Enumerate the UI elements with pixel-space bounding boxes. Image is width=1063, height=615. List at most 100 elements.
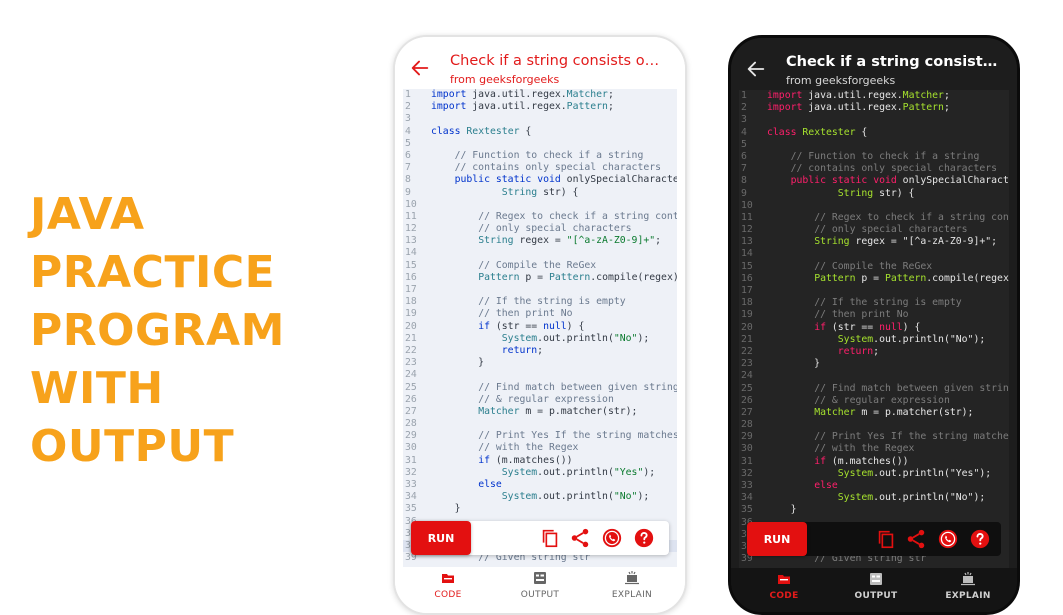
code-line: 16 Pattern p = Pattern.compile(regex);	[403, 272, 677, 284]
line-number: 20	[405, 320, 417, 332]
tab-code[interactable]: CODE	[739, 572, 829, 601]
code-line: 33 else	[739, 480, 1009, 492]
line-number: 13	[741, 236, 753, 248]
code-line: 22 return;	[739, 346, 1009, 358]
line-number: 35	[405, 503, 417, 515]
code-text: System.out.println("No");	[837, 492, 986, 504]
code-line: 7 // contains only special characters	[739, 163, 1009, 175]
share-icon[interactable]	[569, 527, 591, 549]
promo-line: PROGRAM	[30, 305, 285, 356]
whatsapp-icon[interactable]	[601, 527, 623, 549]
line-number: 27	[741, 406, 753, 418]
line-number: 31	[405, 454, 417, 466]
code-tab-icon	[739, 572, 829, 586]
line-number: 3	[741, 114, 747, 126]
code-line: 24	[403, 369, 677, 381]
run-button[interactable]: RUN	[411, 521, 471, 555]
code-line: 23 }	[403, 357, 677, 369]
line-number: 13	[405, 235, 417, 247]
code-text: if (str == null) {	[814, 321, 921, 333]
line-number: 18	[405, 296, 417, 308]
code-text: // with the Regex	[478, 442, 579, 454]
code-text: import java.util.regex.Pattern;	[431, 101, 614, 113]
code-text: // If the string is empty	[814, 297, 962, 309]
code-line: 29 // Print Yes If the string matches	[403, 430, 677, 442]
tab-label: EXPLAIN	[945, 591, 991, 601]
line-number: 8	[741, 175, 747, 187]
line-number: 12	[741, 224, 753, 236]
code-line: 3	[739, 114, 1009, 126]
line-number: 6	[741, 150, 747, 162]
code-text: // & regular expression	[814, 394, 950, 406]
code-text: System.out.println("No");	[501, 491, 650, 503]
code-line: 9 String str) {	[403, 187, 677, 199]
code-line: 13 String regex = "[^a-zA-Z0-9]+";	[739, 236, 1009, 248]
line-number: 12	[405, 223, 417, 235]
tab-explain[interactable]: EXPLAIN	[587, 571, 677, 600]
promo-line: OUTPUT	[30, 421, 235, 472]
code-line: 35 }	[739, 504, 1009, 516]
tab-explain[interactable]: EXPLAIN	[923, 572, 1013, 601]
promo-line: JAVA	[30, 189, 145, 240]
line-number: 26	[741, 394, 753, 406]
code-editor[interactable]: 1 import java.util.regex.Matcher; 2 import …	[739, 90, 1009, 572]
line-number: 34	[405, 491, 417, 503]
code-line: 11 // Regex to check if a string contain…	[739, 212, 1009, 224]
output-tab-icon	[495, 571, 585, 585]
tab-code[interactable]: CODE	[403, 571, 493, 600]
line-number: 33	[405, 479, 417, 490]
back-arrow-icon[interactable]	[409, 57, 431, 79]
code-text: // Compile the ReGex	[814, 260, 933, 272]
line-number: 24	[405, 369, 417, 381]
code-line: 10	[403, 199, 677, 211]
code-text: // contains only special characters	[454, 162, 662, 174]
code-line: 12 // only special characters	[739, 224, 1009, 236]
line-number: 24	[741, 370, 753, 382]
code-text: import java.util.regex.Matcher;	[767, 90, 950, 101]
line-number: 16	[405, 271, 417, 283]
line-number: 30	[741, 443, 753, 455]
promo-headline: JAVA PRACTICE PROGRAM WITH OUTPUT	[30, 186, 360, 476]
copy-icon[interactable]	[875, 528, 897, 550]
help-icon[interactable]	[969, 528, 991, 550]
code-line: 2 import java.util.regex.Pattern;	[403, 101, 677, 113]
line-number: 14	[741, 248, 753, 260]
back-arrow-icon[interactable]	[745, 58, 767, 80]
run-button[interactable]: RUN	[747, 522, 807, 556]
whatsapp-icon[interactable]	[937, 528, 959, 550]
code-text: if (str == null) {	[478, 320, 585, 332]
line-number: 35	[741, 504, 753, 516]
explain-tab-icon	[923, 572, 1013, 586]
tab-output[interactable]: OUTPUT	[495, 571, 585, 600]
code-line: 9 String str) {	[739, 188, 1009, 200]
code-line: 8 public static void onlySpecialCharacte…	[403, 174, 677, 186]
action-bar: RUN	[411, 521, 669, 555]
code-text: // Regex to check if a string contains	[814, 211, 1009, 223]
line-number: 10	[405, 198, 417, 210]
code-line: 27 Matcher m = p.matcher(str);	[403, 406, 677, 418]
code-line: 7 // contains only special characters	[403, 162, 677, 174]
code-line: 15 // Compile the ReGex	[739, 261, 1009, 273]
share-icon[interactable]	[905, 528, 927, 550]
code-line: 31 if (m.matches())	[739, 456, 1009, 468]
code-line: 10	[739, 200, 1009, 212]
code-text: // & regular expression	[478, 393, 614, 405]
code-line: 27 Matcher m = p.matcher(str);	[739, 407, 1009, 419]
code-line: 28	[403, 418, 677, 430]
code-line: 5	[739, 139, 1009, 151]
code-text: import java.util.regex.Pattern;	[767, 102, 950, 114]
code-line: 14	[403, 247, 677, 259]
code-line: 28	[739, 419, 1009, 431]
code-text: class Rextester {	[431, 125, 532, 137]
code-editor[interactable]: 1 import java.util.regex.Matcher; 2 import …	[403, 89, 677, 573]
help-icon[interactable]	[633, 527, 655, 549]
line-number: 20	[741, 321, 753, 333]
tab-output[interactable]: OUTPUT	[831, 572, 921, 601]
line-number: 1	[741, 90, 747, 101]
copy-icon[interactable]	[539, 527, 561, 549]
code-text: System.out.println("Yes");	[837, 467, 992, 479]
code-line: 22 return;	[403, 345, 677, 357]
line-number: 21	[741, 333, 753, 345]
line-number: 2	[741, 102, 747, 114]
line-number: 29	[741, 431, 753, 443]
